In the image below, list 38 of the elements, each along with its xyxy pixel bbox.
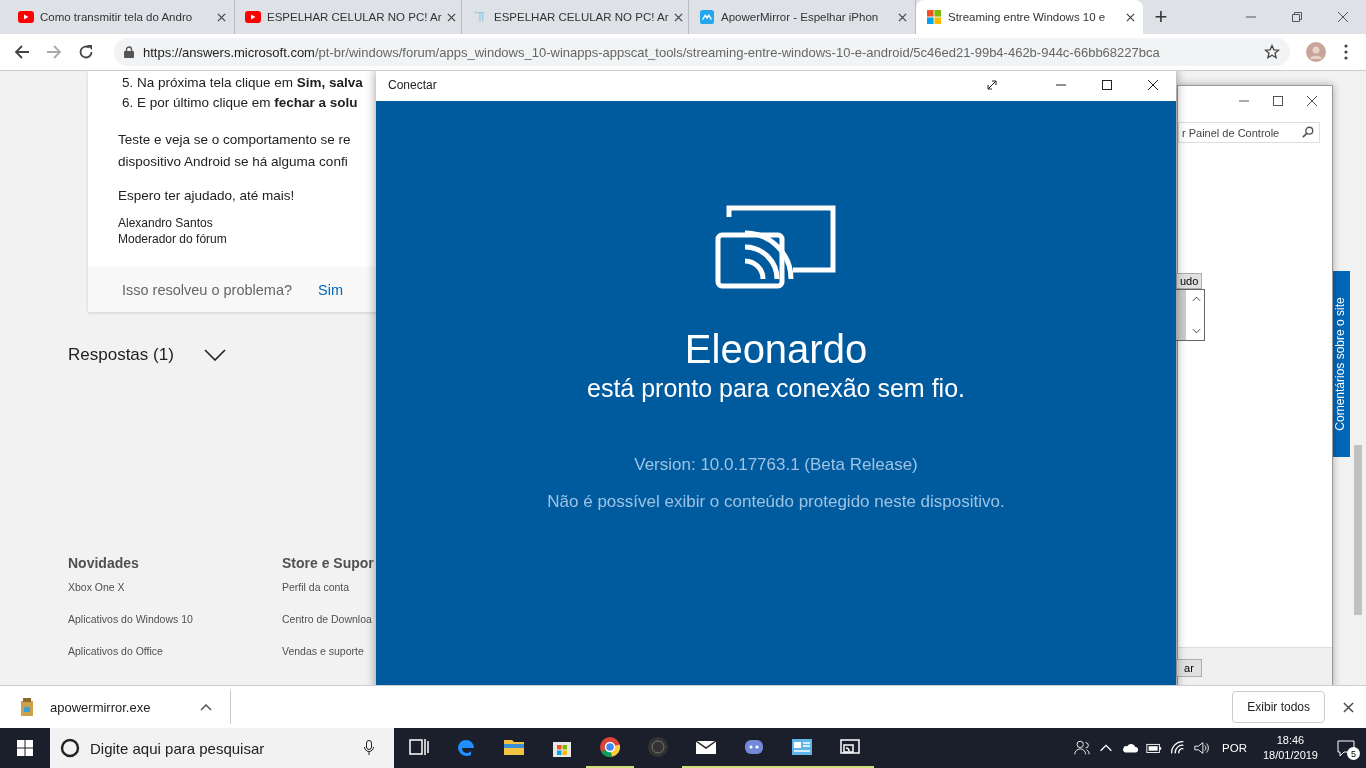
clock-time[interactable]: 18:46: [1276, 733, 1305, 748]
signature-line: Moderador do fórum: [118, 231, 228, 247]
step-text: 5. Na próxima tela clique em Sim, salva: [122, 74, 363, 92]
paragraph-line: Teste e veja se o comportamento se re: [118, 131, 352, 149]
download-file-name[interactable]: apowermirror.exe: [50, 699, 151, 715]
paragraph-line: dispositivo Android se há alguma confi: [118, 153, 349, 171]
notice-text: Não é possível exibir o conteúdo protegido neste dispositivo.: [547, 492, 1005, 512]
partial-button[interactable]: ar: [1176, 659, 1202, 677]
footer-link[interactable]: Vendas e suporte: [282, 645, 364, 657]
replies-heading: Respostas (1): [68, 345, 174, 365]
footer-link[interactable]: Centro de Downloa: [282, 613, 372, 625]
window-title: Conectar: [388, 78, 438, 92]
version-text: Version: 10.0.17763.1 (Beta Release): [634, 455, 918, 475]
question-text: Isso resolveu o problema?: [122, 281, 293, 298]
signature-line: Alexandro Santos: [118, 215, 214, 231]
footer-link[interactable]: Perfil da conta: [282, 581, 350, 593]
search-field[interactable]: r Painel de Controle: [1178, 122, 1320, 143]
show-all-button[interactable]: Exibir todos: [1232, 691, 1325, 723]
notification-count: 5: [1347, 747, 1360, 760]
language-indicator[interactable]: POR: [1222, 742, 1247, 754]
clock-date[interactable]: 18/01/2019: [1262, 748, 1318, 763]
step-text: 6. E por último clique em fechar a solu: [122, 94, 358, 112]
footer-link[interactable]: Xbox One X: [68, 581, 125, 593]
footer-link[interactable]: Aplicativos do Office: [68, 645, 163, 657]
footer-link[interactable]: Aplicativos do Windows 10: [68, 613, 193, 625]
browser-tab[interactable]: Streaming entre Windows 10 e: [916, 0, 1143, 34]
url-text: https://answers.microsoft.com/pt-br/windows/forum/apps_windows_10-winapps-appscat_tools/streaming-entre-windows-10-e-android/5c46ed21-99b4-462b-944c-66bb68227bca: [143, 44, 1161, 60]
yes-link[interactable]: Sim: [318, 281, 344, 298]
notification-button[interactable]: 5: [1326, 728, 1366, 768]
address-bar[interactable]: https://answers.microsoft.com/pt-br/windows/forum/apps_windows_10-winapps-appscat_tools/streaming-entre-windows-10-e-android/5c46ed21-99b4-462b-944c-66bb68227bca: [114, 38, 1290, 66]
footer-heading: Novidades: [68, 555, 139, 571]
taskbar-search-field[interactable]: Digite aqui para pesquisar: [50, 728, 394, 768]
closing-text: Espero ter ajudado, até mais!: [118, 188, 296, 203]
new-tab-button[interactable]: +: [1143, 0, 1179, 34]
device-name: Eleonardo: [684, 327, 868, 372]
footer-heading: Store e Supor: [282, 555, 374, 571]
partial-button[interactable]: udo: [1176, 273, 1203, 289]
status-text: está pronto para conexão sem fio.: [587, 374, 965, 403]
